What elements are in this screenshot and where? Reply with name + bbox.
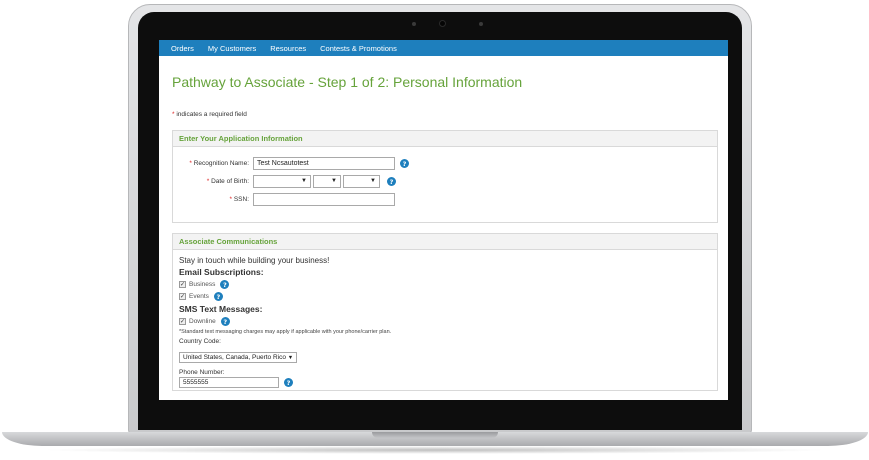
required-star: * <box>229 196 233 203</box>
phone-number-input[interactable]: 5555555 <box>179 377 279 388</box>
dob-day-select[interactable]: ▼ <box>313 175 341 188</box>
email-subscriptions-heading: Email Subscriptions: <box>179 267 264 277</box>
date-of-birth-row: * Date of Birth: ▼ ▼ ▼ ? <box>173 175 396 188</box>
email-business-label: Business <box>189 281 216 288</box>
required-star: * <box>189 160 192 167</box>
help-icon[interactable]: ? <box>220 317 230 326</box>
date-of-birth-label-text: Date of Birth: <box>211 178 249 185</box>
laptop-hinge-notch <box>372 432 498 438</box>
recognition-name-label: * Recognition Name: <box>173 160 253 167</box>
recognition-name-input[interactable]: Test Ncsautotest <box>253 157 395 170</box>
ssn-label-text: SSN: <box>233 196 249 203</box>
phone-number-row: 5555555 ? <box>179 377 709 388</box>
nav-my-customers[interactable]: My Customers <box>208 44 256 53</box>
phone-number-label: Phone Number: <box>179 369 225 376</box>
chevron-down-icon: ▼ <box>287 355 294 361</box>
dob-year-select[interactable]: ▼ <box>343 175 380 188</box>
date-of-birth-label: * Date of Birth: <box>173 178 253 185</box>
camera-indicator-left <box>412 22 416 26</box>
application-info-panel: Enter Your Application Information * Rec… <box>172 130 718 223</box>
communications-intro: Stay in touch while building your busine… <box>179 256 330 265</box>
check-icon[interactable]: ✓ <box>179 318 186 325</box>
application-panel-heading: Enter Your Application Information <box>173 131 717 147</box>
help-icon[interactable]: ? <box>387 177 396 186</box>
recognition-name-label-text: Recognition Name: <box>193 160 249 167</box>
check-icon[interactable]: ✓ <box>179 281 186 288</box>
nav-contests-promotions[interactable]: Contests & Promotions <box>320 44 397 53</box>
dob-month-select[interactable]: ▼ <box>253 175 311 188</box>
email-events-option[interactable]: ✓ Events ? <box>179 292 709 301</box>
country-code-label: Country Code: <box>179 338 221 345</box>
top-navbar: Orders My Customers Resources Contests &… <box>159 40 728 56</box>
check-icon[interactable]: ✓ <box>179 293 186 300</box>
help-icon[interactable]: ? <box>220 280 230 289</box>
page-title: Pathway to Associate - Step 1 of 2: Pers… <box>172 74 523 90</box>
sms-downline-option[interactable]: ✓ Downline ? <box>179 317 709 326</box>
chevron-down-icon: ▼ <box>301 178 307 184</box>
nav-orders[interactable]: Orders <box>171 44 194 53</box>
recognition-name-row: * Recognition Name: Test Ncsautotest ? <box>173 157 409 170</box>
required-field-note: * indicates a required field <box>172 111 728 118</box>
sms-messages-heading: SMS Text Messages: <box>179 304 263 314</box>
help-icon[interactable]: ? <box>400 159 409 168</box>
help-icon[interactable]: ? <box>284 378 293 387</box>
email-business-option[interactable]: ✓ Business ? <box>179 280 709 289</box>
required-note-text: indicates a required field <box>176 111 247 118</box>
sms-fine-print: *Standard text messaging charges may app… <box>179 329 392 335</box>
ssn-row: * SSN: <box>173 193 395 206</box>
sms-downline-label: Downline <box>189 318 216 325</box>
required-star: * <box>172 111 175 118</box>
camera-icon <box>439 20 446 27</box>
associate-communications-panel: Associate Communications Stay in touch w… <box>172 233 718 391</box>
communications-body: Stay in touch while building your busine… <box>179 256 709 388</box>
browser-screen: Orders My Customers Resources Contests &… <box>159 40 728 400</box>
camera-indicator-right <box>479 22 483 26</box>
required-star: * <box>206 178 210 185</box>
help-icon[interactable]: ? <box>213 292 223 301</box>
chevron-down-icon: ▼ <box>331 178 337 184</box>
chevron-down-icon: ▼ <box>370 178 376 184</box>
laptop-shadow <box>40 446 830 454</box>
email-events-label: Events <box>189 293 209 300</box>
country-code-select[interactable]: United States, Canada, Puerto Rico ▼ <box>179 352 298 363</box>
communications-panel-heading: Associate Communications <box>173 234 717 250</box>
nav-resources[interactable]: Resources <box>270 44 306 53</box>
ssn-input[interactable] <box>253 193 395 206</box>
country-code-value: United States, Canada, Puerto Rico <box>183 354 286 361</box>
ssn-label: * SSN: <box>173 196 253 203</box>
